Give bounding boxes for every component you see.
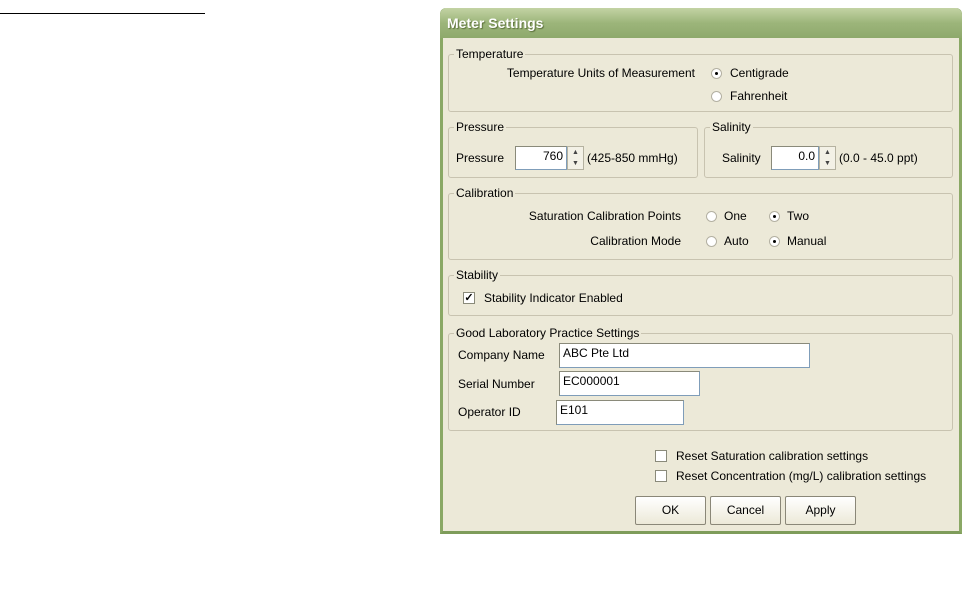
- salinity-range: (0.0 - 45.0 ppt): [839, 151, 918, 165]
- salinity-label: Salinity: [722, 151, 761, 165]
- serial-number-input[interactable]: EC000001: [559, 371, 700, 396]
- pressure-range: (425-850 mmHg): [587, 151, 678, 165]
- checkmark-icon: ✓: [464, 292, 474, 304]
- dialog-title: Meter Settings: [447, 15, 544, 31]
- divider-line: [0, 13, 205, 14]
- fahrenheit-label: Fahrenheit: [730, 89, 788, 103]
- centigrade-label: Centigrade: [730, 66, 789, 80]
- spin-down-icon[interactable]: ▼: [568, 158, 583, 169]
- manual-label: Manual: [787, 234, 827, 248]
- salinity-spinner[interactable]: ▲ ▼: [819, 146, 836, 170]
- radio-centigrade[interactable]: [711, 68, 722, 79]
- salinity-group-label: Salinity: [710, 120, 753, 134]
- operator-id-input[interactable]: E101: [556, 400, 684, 425]
- pressure-label: Pressure: [456, 151, 505, 165]
- ok-button[interactable]: OK: [635, 496, 706, 525]
- radio-manual[interactable]: [769, 236, 780, 247]
- radio-auto[interactable]: [706, 236, 717, 247]
- reset-saturation-checkbox[interactable]: [655, 450, 667, 462]
- pressure-group-label: Pressure: [454, 120, 507, 134]
- reset-concentration-label: Reset Concentration (mg/L) calibration s…: [676, 469, 927, 483]
- two-label: Two: [787, 209, 810, 223]
- operator-id-label: Operator ID: [458, 405, 521, 419]
- temperature-units-label: Temperature Units of Measurement: [506, 66, 695, 80]
- stability-checkbox-label: Stability Indicator Enabled: [484, 291, 623, 305]
- radio-two[interactable]: [769, 211, 780, 222]
- spin-down-icon[interactable]: ▼: [820, 158, 835, 169]
- calibration-group-label: Calibration: [454, 186, 516, 200]
- calibration-points-label: Saturation Calibration Points: [528, 209, 681, 223]
- spin-up-icon[interactable]: ▲: [568, 147, 583, 158]
- reset-saturation-label: Reset Saturation calibration settings: [676, 449, 869, 463]
- radio-one[interactable]: [706, 211, 717, 222]
- spin-up-icon[interactable]: ▲: [820, 147, 835, 158]
- temperature-group-label: Temperature: [454, 47, 526, 61]
- pressure-input[interactable]: 760: [515, 146, 567, 170]
- one-label: One: [724, 209, 747, 223]
- temperature-group: [448, 54, 953, 112]
- pressure-spinner[interactable]: ▲ ▼: [567, 146, 584, 170]
- reset-concentration-checkbox[interactable]: [655, 470, 667, 482]
- cancel-button[interactable]: Cancel: [710, 496, 781, 525]
- radio-fahrenheit[interactable]: [711, 91, 722, 102]
- apply-button[interactable]: Apply: [785, 496, 856, 525]
- stability-checkbox[interactable]: ✓: [463, 292, 475, 304]
- auto-label: Auto: [724, 234, 749, 248]
- company-name-input[interactable]: ABC Pte Ltd: [559, 343, 810, 368]
- company-name-label: Company Name: [458, 348, 545, 362]
- calibration-group: [448, 193, 953, 260]
- calibration-mode-label: Calibration Mode: [590, 234, 681, 248]
- serial-number-label: Serial Number: [458, 377, 535, 391]
- stability-group-label: Stability: [454, 268, 501, 282]
- salinity-input[interactable]: 0.0: [771, 146, 819, 170]
- glp-group-label: Good Laboratory Practice Settings: [454, 326, 642, 340]
